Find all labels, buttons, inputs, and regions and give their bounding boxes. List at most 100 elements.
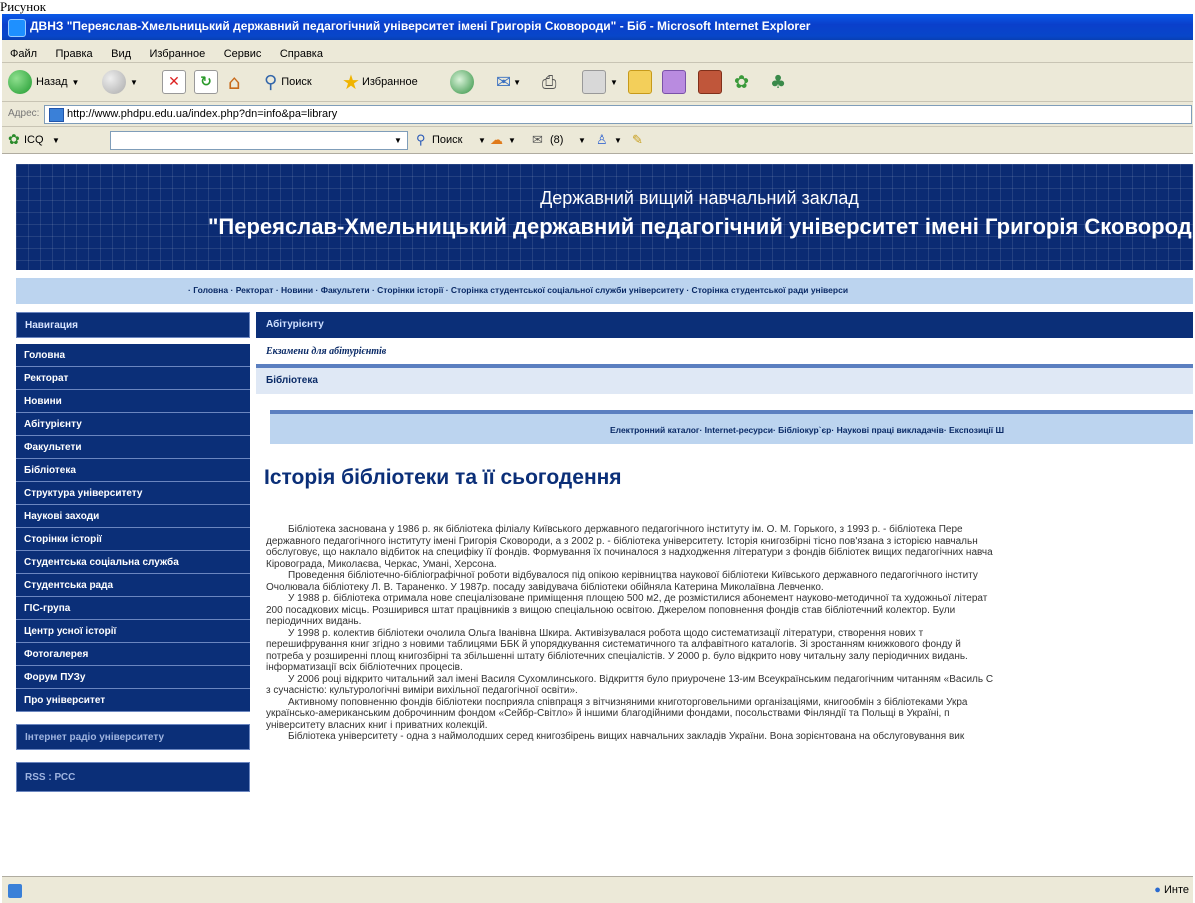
back-button[interactable]: Назад ▼: [8, 69, 79, 95]
print-button[interactable]: ⎙: [542, 69, 556, 95]
sidebar-item-history[interactable]: Сторінки історії: [16, 528, 250, 551]
sidebar-item-oral-history[interactable]: Центр усної історії: [16, 620, 250, 643]
sidebar-item-library[interactable]: Бібліотека: [16, 459, 250, 482]
article-line: Очолювала бібліотеку Л. В. Тараненко. У …: [266, 581, 824, 593]
article-line: з сучасністю: культурологічні виміри вих…: [266, 685, 578, 696]
menu-bar: Файл Правка Вид Избранное Сервис Справка: [2, 40, 1193, 63]
research-button[interactable]: [698, 69, 722, 95]
chevron-down-icon: ▼: [513, 77, 522, 87]
sidebar-item-science[interactable]: Наукові заходи: [16, 505, 250, 528]
messenger-button[interactable]: [662, 69, 686, 95]
messenger-icon: [662, 70, 686, 94]
article-line: потреба у розширенні площ книгозбірні та…: [266, 650, 968, 662]
mail-icon: ✉: [532, 132, 543, 147]
plugin-button-2[interactable]: ♣: [770, 69, 786, 95]
sidebar-radio-header[interactable]: Інтернет радіо університету: [16, 724, 250, 750]
article-line: українсько-американським доброчинним фон…: [266, 708, 950, 719]
history-button[interactable]: [450, 69, 474, 95]
site-banner: Державний вищий навчальний заклад "Перея…: [16, 164, 1193, 270]
top-nav-links[interactable]: · Головна · Ректорат · Новини · Факульте…: [188, 285, 848, 295]
refresh-icon: ↻: [194, 70, 218, 94]
chevron-down-icon: ▼: [610, 77, 618, 87]
icq-search-button[interactable]: Поиск: [432, 134, 462, 146]
sidebar-item-about[interactable]: Про університет: [16, 689, 250, 712]
article-line: Активному поповненню фондів бібліотеки п…: [288, 696, 968, 708]
page-heading: Історія бібліотеки та її сьогодення: [264, 466, 622, 489]
icq-toolbar: ✿ ICQ ▼ ▼ ⚲ Поиск ▼ ☁ ▼ ✉ (8) ▼ ♙ ▼ ✎: [2, 127, 1193, 154]
mail-count[interactable]: (8): [550, 134, 563, 146]
history-icon: [450, 70, 474, 94]
search-icon: ⚲: [264, 71, 278, 93]
sidebar-item-rectorate[interactable]: Ректорат: [16, 367, 250, 390]
mail-icon: ✉: [496, 71, 512, 93]
edit-button[interactable]: ▼: [582, 69, 618, 95]
menu-help[interactable]: Справка: [280, 48, 323, 60]
sidebar-item-structure[interactable]: Структура університету: [16, 482, 250, 505]
article-line: 200 посадкових місць. Розширився штат пр…: [266, 604, 956, 616]
applicants-bar[interactable]: Абітурієнту: [256, 312, 1193, 338]
article-line: У 1988 р. бібліотека отримала нове спеці…: [288, 593, 988, 604]
back-arrow-icon: [8, 70, 32, 94]
browser-window: ДВНЗ "Переяслав-Хмельницький державний п…: [2, 14, 1193, 903]
exam-link[interactable]: Екзамени для абітурієнтів: [266, 346, 1193, 364]
edit-icon: [582, 70, 606, 94]
sidebar-item-news[interactable]: Новини: [16, 390, 250, 413]
sidebar-item-student-council[interactable]: Студентська рада: [16, 574, 250, 597]
flower-icon: ✿: [734, 71, 750, 93]
article-line: Кіровограда, Миколаєва, Черкас, Умані, Х…: [266, 558, 497, 570]
article-line: У 2006 році відкрито читальний зал імені…: [288, 673, 994, 685]
favorites-button[interactable]: ★ Избранное: [342, 69, 418, 95]
article-line: перешифрування книг згідно з новими табл…: [266, 639, 961, 650]
folder-button[interactable]: [628, 69, 652, 95]
chevron-down-icon[interactable]: ▼: [578, 136, 586, 145]
refresh-button[interactable]: ↻: [194, 69, 218, 95]
mail-button[interactable]: ✉ ▼: [496, 69, 521, 95]
search-button[interactable]: ⚲ Поиск: [264, 69, 312, 95]
icq-label[interactable]: ICQ: [24, 134, 44, 146]
weather-icon[interactable]: ☁: [490, 132, 503, 148]
sidebar-item-forum[interactable]: Форум ПУЗу: [16, 666, 250, 689]
home-button[interactable]: ⌂: [228, 69, 241, 95]
security-zone: ● Инте: [1154, 884, 1189, 896]
top-navigation: · Головна · Ректорат · Новини · Факульте…: [16, 278, 1193, 304]
address-input[interactable]: http://www.phdpu.edu.ua/index.php?dn=inf…: [44, 105, 1192, 124]
menu-tools[interactable]: Сервис: [224, 48, 262, 60]
menu-file[interactable]: Файл: [10, 48, 37, 60]
forward-button[interactable]: ▼: [102, 69, 138, 95]
chevron-down-icon[interactable]: ▼: [394, 136, 402, 145]
article-line: Бібліотека університету - одна з наймоло…: [288, 731, 965, 742]
chevron-down-icon[interactable]: ▼: [478, 136, 486, 145]
pencil-icon[interactable]: ✎: [632, 132, 643, 148]
stop-button[interactable]: ✕: [162, 69, 186, 95]
star-icon: ★: [342, 70, 360, 94]
sidebar-item-faculties[interactable]: Факультети: [16, 436, 250, 459]
page-status-icon: [8, 884, 22, 898]
people-icon: ♣: [770, 71, 787, 93]
back-label: Назад: [36, 76, 68, 88]
chevron-down-icon[interactable]: ▼: [508, 136, 516, 145]
menu-view[interactable]: Вид: [111, 48, 131, 60]
figure-caption: Рисунок: [0, 0, 1195, 14]
library-bar: Бібліотека: [256, 364, 1193, 394]
sidebar-item-gis-group[interactable]: ГІС-група: [16, 597, 250, 620]
sidebar-item-gallery[interactable]: Фотогалерея: [16, 643, 250, 666]
library-navigation: Електронний каталог· Internet-ресурси· Б…: [270, 410, 1193, 444]
menu-favorites[interactable]: Избранное: [149, 48, 205, 60]
sidebar-item-home[interactable]: Головна: [16, 344, 250, 367]
sidebar-item-applicants[interactable]: Абітурієнту: [16, 413, 250, 436]
sidebar-item-social-service[interactable]: Студентська соціальна служба: [16, 551, 250, 574]
sidebar-rss-header[interactable]: RSS : РСС: [16, 762, 250, 792]
person-icon[interactable]: ♙: [596, 132, 608, 148]
title-bar[interactable]: ДВНЗ "Переяслав-Хмельницький державний п…: [2, 14, 1193, 40]
search-icon: ⚲: [416, 132, 426, 147]
article-line: державного педагогічного інституту імені…: [266, 535, 978, 547]
menu-edit[interactable]: Правка: [56, 48, 93, 60]
chevron-down-icon[interactable]: ▼: [614, 136, 622, 145]
status-bar: ● Инте: [2, 876, 1193, 903]
chevron-down-icon[interactable]: ▼: [52, 136, 60, 145]
icq-search-input[interactable]: [110, 131, 408, 150]
library-nav-links[interactable]: Електронний каталог· Internet-ресурси· Б…: [610, 425, 1004, 435]
sidebar-nav-header: Навигация: [16, 312, 250, 338]
book-icon: [698, 70, 722, 94]
plugin-button-1[interactable]: ✿: [734, 69, 749, 95]
